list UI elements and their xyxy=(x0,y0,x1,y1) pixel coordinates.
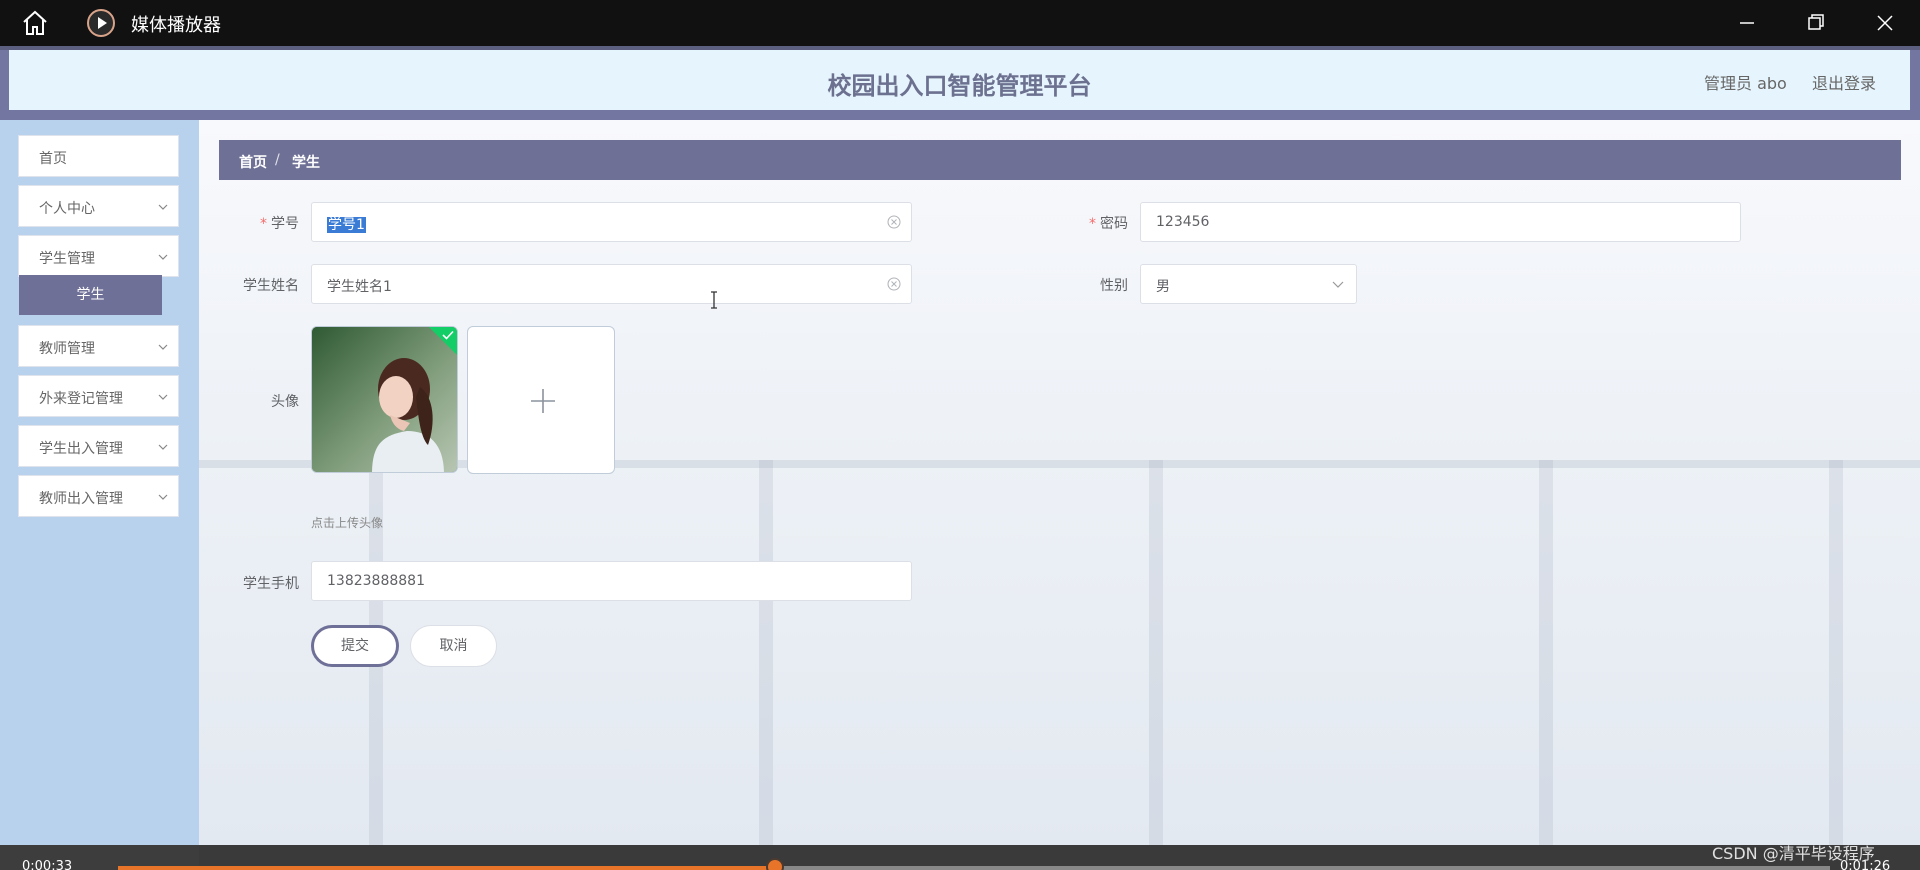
sidebar-item-student-management[interactable]: 学生管理 xyxy=(18,235,179,277)
chevron-down-icon xyxy=(158,444,168,450)
text-cursor-icon xyxy=(711,291,717,309)
watermark: CSDN @清平毕设程序 xyxy=(1712,844,1875,863)
gender-value: 男 xyxy=(1156,279,1170,295)
clear-icon[interactable] xyxy=(887,215,901,229)
gender-label: 性别 xyxy=(1100,278,1128,294)
background-post-decoration xyxy=(1149,460,1163,845)
minimize-icon[interactable] xyxy=(1730,8,1764,38)
sidebar-item-student-access[interactable]: 学生出入管理 xyxy=(18,425,179,467)
sidebar-item-label: 学生出入管理 xyxy=(39,441,123,457)
phone-input[interactable]: 13823888881 xyxy=(311,561,912,601)
sidebar-item-teacher-management[interactable]: 教师管理 xyxy=(18,325,179,367)
breadcrumb: 首页 / 学生 xyxy=(219,140,1901,180)
student-id-label: * 学号 xyxy=(260,216,299,232)
phone-value: 13823888881 xyxy=(327,573,425,589)
sidebar-item-label: 外来登记管理 xyxy=(39,391,123,407)
cancel-button[interactable]: 取消 xyxy=(410,625,497,667)
sidebar-item-label: 首页 xyxy=(39,151,67,167)
app-header-panel: 校园出入口智能管理平台 管理员 abo 退出登录 xyxy=(9,50,1910,110)
sidebar: 首页 个人中心 学生管理 学生 教师管理 外来登记管理 学生出入管理 教师出入管… xyxy=(0,120,199,845)
avatar-upload-hint: 点击上传头像 xyxy=(311,516,384,530)
window-title: 媒体播放器 xyxy=(131,15,221,36)
sidebar-item-personal-center[interactable]: 个人中心 xyxy=(18,185,179,227)
sidebar-item-label: 教师管理 xyxy=(39,341,95,357)
password-label: * 密码 xyxy=(1089,216,1128,232)
chevron-down-icon xyxy=(1332,281,1344,288)
sidebar-item-label: 个人中心 xyxy=(39,201,95,217)
sidebar-subitem-student[interactable]: 学生 xyxy=(19,275,162,315)
chevron-down-icon xyxy=(158,394,168,400)
phone-label: 学生手机 xyxy=(243,576,299,592)
chevron-down-icon xyxy=(158,254,168,260)
student-name-value: 学生姓名1 xyxy=(327,279,392,295)
avatar-image[interactable] xyxy=(311,326,458,473)
window-titlebar: 媒体播放器 xyxy=(0,0,1920,46)
student-id-value: 学号1 xyxy=(327,217,366,233)
progress-fill xyxy=(118,866,776,870)
student-name-label: 学生姓名 xyxy=(243,278,299,294)
password-value: 123456 xyxy=(1156,214,1210,230)
sidebar-item-label: 学生管理 xyxy=(39,251,95,267)
sidebar-item-home[interactable]: 首页 xyxy=(18,135,179,177)
restore-icon[interactable] xyxy=(1798,8,1832,38)
check-icon xyxy=(442,330,454,340)
logout-link[interactable]: 退出登录 xyxy=(1812,70,1876,94)
chevron-down-icon xyxy=(158,494,168,500)
app-header: 校园出入口智能管理平台 管理员 abo 退出登录 xyxy=(0,50,1920,120)
breadcrumb-current: 学生 xyxy=(292,155,320,171)
background-post-decoration xyxy=(759,460,773,845)
student-name-input[interactable]: 学生姓名1 xyxy=(311,264,912,304)
submit-button[interactable]: 提交 xyxy=(311,625,399,667)
background-post-decoration xyxy=(1539,460,1553,845)
elapsed-time: 0:00:33 xyxy=(22,859,73,870)
student-id-input[interactable]: 学号1 xyxy=(311,202,912,242)
avatar-label: 头像 xyxy=(271,394,299,410)
platform-title: 校园出入口智能管理平台 xyxy=(827,72,1092,100)
home-icon[interactable] xyxy=(20,9,50,37)
plus-icon xyxy=(531,389,555,413)
sidebar-item-visitor-management[interactable]: 外来登记管理 xyxy=(18,375,179,417)
breadcrumb-separator: / xyxy=(275,152,280,168)
breadcrumb-home[interactable]: 首页 xyxy=(239,152,267,172)
close-icon[interactable] xyxy=(1868,8,1902,38)
background-post-decoration xyxy=(1829,460,1843,845)
chevron-down-icon xyxy=(158,204,168,210)
sidebar-item-label: 教师出入管理 xyxy=(39,491,123,507)
sidebar-item-teacher-access[interactable]: 教师出入管理 xyxy=(18,475,179,517)
clear-icon[interactable] xyxy=(887,277,901,291)
chevron-down-icon xyxy=(158,344,168,350)
media-player-icon xyxy=(87,9,115,37)
password-input[interactable]: 123456 xyxy=(1140,202,1741,242)
gender-select[interactable]: 男 xyxy=(1140,264,1357,304)
current-user: 管理员 abo xyxy=(1704,74,1787,93)
avatar-upload-button[interactable] xyxy=(467,326,615,474)
